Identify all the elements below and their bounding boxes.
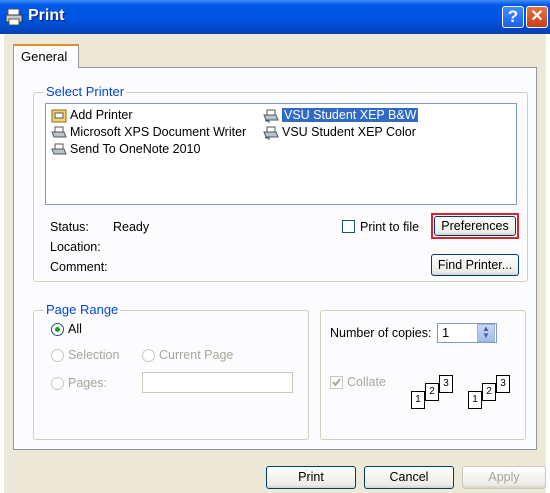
close-button[interactable]: ✕ (526, 6, 548, 28)
radio-pages[interactable] (51, 377, 64, 390)
printer-item-vsu-bw[interactable]: VSU Student XEP B&W (263, 108, 419, 123)
collate-page: 2 (425, 383, 439, 401)
printer-name: Add Printer (70, 108, 133, 122)
radio-current-page-label: Current Page (159, 348, 234, 362)
printer-item-add-printer[interactable]: Add Printer (51, 108, 133, 123)
collate-label: Collate (347, 375, 386, 389)
apply-button[interactable]: Apply (462, 466, 546, 489)
printer-name: VSU Student XEP Color (282, 125, 416, 139)
check-icon (332, 378, 341, 387)
printer-icon (51, 143, 67, 157)
print-to-file-checkbox[interactable] (342, 220, 355, 233)
collate-checkbox[interactable] (330, 376, 343, 389)
collate-page: 2 (482, 383, 496, 401)
print-to-file-label: Print to file (360, 220, 420, 234)
printer-item-onenote[interactable]: Send To OneNote 2010 (51, 142, 200, 157)
spin-down-icon[interactable]: ▼ (478, 332, 494, 340)
window-title: Print (28, 7, 65, 24)
network-printer-icon (263, 109, 279, 123)
network-printer-icon (263, 126, 279, 140)
collate-illustration-2: 3 2 1 (468, 375, 510, 417)
status-label: Status: (50, 220, 89, 234)
comment-label: Comment: (50, 260, 108, 274)
location-label: Location: (50, 240, 101, 254)
copies-spinner[interactable]: ▲ ▼ (477, 324, 495, 342)
collate-page: 1 (411, 391, 425, 409)
collate-page: 3 (496, 375, 510, 393)
status-value: Ready (113, 220, 150, 234)
collate-illustration-1: 3 2 1 (411, 375, 453, 417)
printer-name: Microsoft XPS Document Writer (70, 125, 247, 139)
printer-name-selected: VSU Student XEP B&W (282, 108, 419, 122)
number-of-copies-label: Number of copies: (330, 326, 432, 340)
pages-input[interactable] (142, 372, 293, 393)
collate-page: 1 (468, 391, 482, 409)
printer-item-xps[interactable]: Microsoft XPS Document Writer (51, 125, 246, 140)
title-bar[interactable] (0, 0, 550, 34)
help-button[interactable]: ? (502, 6, 524, 28)
page-range-legend: Page Range (44, 302, 121, 317)
radio-current-page[interactable] (142, 349, 155, 362)
select-printer-legend: Select Printer (44, 84, 127, 99)
tab-general[interactable]: General (13, 44, 79, 68)
find-printer-button[interactable]: Find Printer... (431, 254, 519, 276)
radio-all[interactable] (51, 323, 64, 336)
radio-pages-label: Pages: (68, 376, 107, 390)
radio-all-label: All (68, 322, 82, 336)
cancel-button[interactable]: Cancel (364, 466, 454, 489)
radio-dot (55, 327, 60, 332)
print-icon (4, 7, 24, 27)
preferences-button[interactable]: Preferences (434, 216, 516, 236)
collate-page: 3 (439, 375, 453, 393)
radio-selection-label: Selection (68, 348, 120, 362)
radio-selection[interactable] (51, 349, 64, 362)
add-printer-icon (51, 109, 67, 123)
printer-name: Send To OneNote 2010 (70, 142, 201, 156)
print-button[interactable]: Print (266, 466, 356, 489)
printer-icon (51, 126, 67, 140)
printer-item-vsu-color[interactable]: VSU Student XEP Color (263, 125, 416, 140)
